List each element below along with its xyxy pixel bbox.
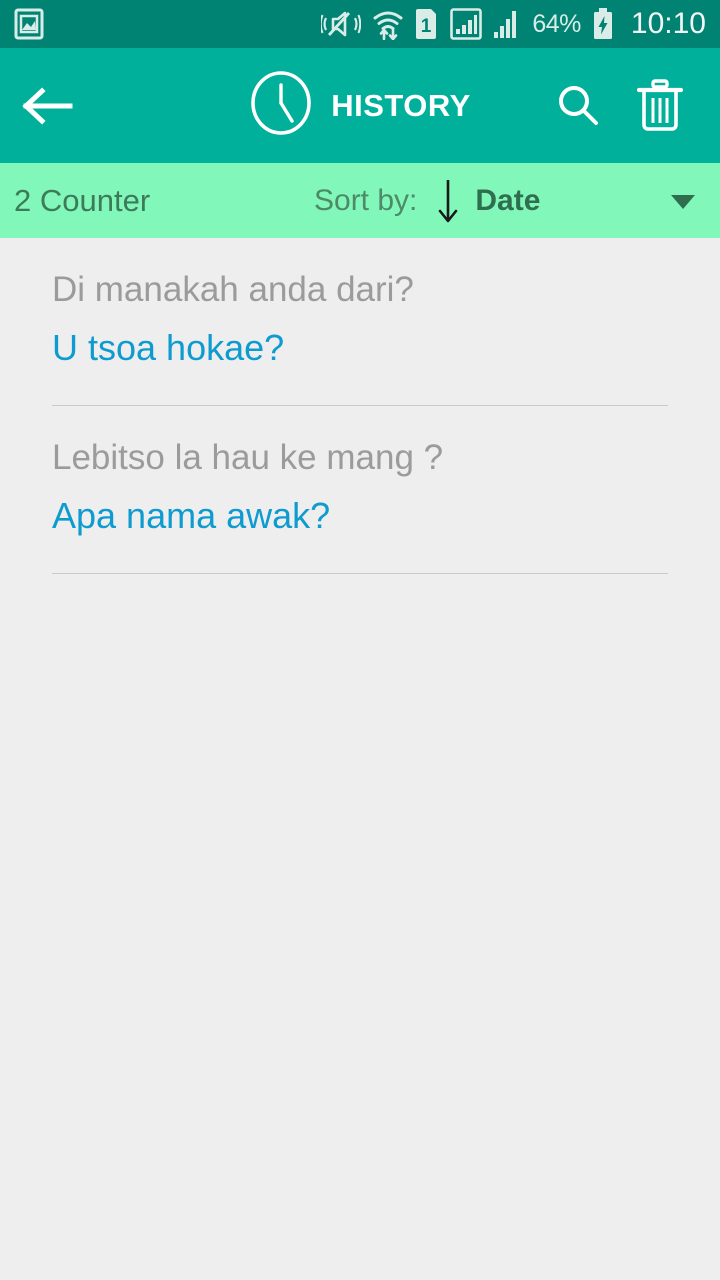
sort-dropdown-button[interactable]	[666, 184, 700, 218]
trash-icon	[636, 78, 684, 131]
status-bar-clock: 10:10	[630, 7, 706, 40]
status-bar-right: 1 64% 10:10	[321, 7, 706, 41]
back-button[interactable]	[0, 48, 96, 163]
toolbar-actions	[554, 78, 720, 133]
app-toolbar: HISTORY	[0, 48, 720, 163]
back-arrow-icon	[22, 86, 73, 125]
sort-value: Date	[475, 183, 541, 217]
search-icon	[559, 85, 598, 125]
signal-sim1-icon	[450, 8, 483, 40]
battery-charging-icon	[592, 8, 614, 40]
status-bar-left	[14, 8, 44, 40]
search-button[interactable]	[554, 82, 602, 130]
sort-control[interactable]: Sort by: Date	[314, 178, 540, 224]
chevron-down-icon	[671, 194, 695, 209]
sort-direction-descending-icon[interactable]	[435, 178, 461, 224]
list-item[interactable]: Lebitso la hau ke mang ? Apa nama awak?	[0, 406, 720, 574]
clock-icon	[249, 71, 313, 140]
list-item[interactable]: Di manakah anda dari? U tsoa hokae?	[0, 238, 720, 406]
svg-text:1: 1	[421, 16, 432, 37]
page-title: HISTORY	[331, 87, 471, 123]
history-target-text: U tsoa hokae?	[52, 327, 285, 368]
history-source-text: Di manakah anda dari?	[52, 270, 414, 309]
sort-bar: 2 Counter Sort by: Date	[0, 163, 720, 238]
vibrate-mute-icon	[321, 9, 362, 39]
status-bar: 1 64% 10:10	[0, 0, 720, 48]
list-divider	[52, 573, 668, 574]
sim-1-icon: 1	[415, 8, 439, 40]
counter-label: 2 Counter	[14, 182, 151, 218]
battery-percent: 64%	[532, 9, 581, 38]
history-source-text: Lebitso la hau ke mang ?	[52, 438, 444, 477]
delete-all-button[interactable]	[636, 78, 684, 133]
history-target-text: Apa nama awak?	[52, 495, 331, 536]
wifi-transfer-icon	[372, 8, 404, 40]
gallery-image-icon	[14, 8, 44, 40]
history-list: Di manakah anda dari? U tsoa hokae? Lebi…	[0, 238, 720, 574]
sort-by-label: Sort by:	[314, 183, 418, 217]
signal-sim2-icon	[493, 8, 521, 40]
